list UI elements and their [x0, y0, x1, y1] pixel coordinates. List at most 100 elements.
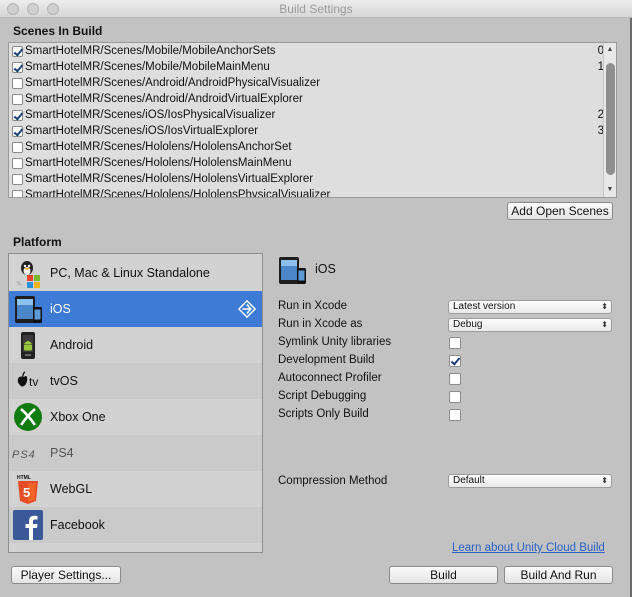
scene-row[interactable]: SmartHotelMR/Scenes/Hololens/HololensMai… [9, 156, 604, 172]
scene-path: SmartHotelMR/Scenes/Android/AndroidPhysi… [25, 77, 321, 89]
scene-path: SmartHotelMR/Scenes/Android/AndroidVirtu… [25, 93, 303, 105]
platform-item-ps4[interactable]: PS4 PS4 [9, 435, 262, 471]
scene-row[interactable]: SmartHotelMR/Scenes/Hololens/HololensAnc… [9, 140, 604, 156]
scene-include-checkbox[interactable] [12, 174, 23, 185]
ps4-icon: PS4 [12, 449, 36, 461]
svg-text:tv: tv [29, 375, 38, 389]
html5-icon: HTML 5 [17, 475, 38, 504]
build-button[interactable]: Build [389, 566, 498, 584]
platform-settings-panel: iOS Run in Xcode Latest version ⬍ Run in… [276, 252, 616, 552]
platform-label: WebGL [50, 482, 93, 496]
scripts-only-build-checkbox[interactable] [449, 409, 461, 421]
run-in-xcode-label: Run in Xcode [278, 300, 348, 312]
run-in-xcode-as-label: Run in Xcode as [278, 318, 363, 330]
ios-device-icon [15, 296, 42, 323]
apple-tv-icon: tv [17, 371, 38, 389]
scene-include-checkbox[interactable] [12, 94, 23, 105]
script-debugging-label: Script Debugging [278, 390, 367, 402]
platform-item-ios[interactable]: iOS [9, 291, 262, 327]
facebook-icon [13, 510, 43, 540]
scene-path: SmartHotelMR/Scenes/iOS/IosVirtualExplor… [25, 125, 259, 137]
scene-path: SmartHotelMR/Scenes/Mobile/MobileMainMen… [25, 61, 270, 73]
autoconnect-profiler-label: Autoconnect Profiler [278, 372, 382, 384]
development-build-checkbox[interactable] [449, 355, 461, 367]
autoconnect-profiler-checkbox[interactable] [449, 373, 461, 385]
window-title: Build Settings [279, 2, 353, 16]
scene-include-checkbox[interactable] [12, 62, 23, 73]
symlink-checkbox[interactable] [449, 337, 461, 349]
dropdown-arrows-icon: ⬍ [601, 320, 608, 329]
svg-text:HTML: HTML [17, 475, 31, 481]
svg-text:5: 5 [23, 485, 30, 500]
dropdown-arrows-icon: ⬍ [601, 302, 608, 311]
android-icon [21, 332, 35, 359]
platform-label: Facebook [50, 518, 105, 532]
scroll-thumb[interactable] [606, 63, 615, 175]
build-and-run-button[interactable]: Build And Run [504, 566, 613, 584]
scenes-in-build-label: Scenes In Build [13, 24, 103, 38]
unity-logo-icon [238, 300, 256, 318]
ios-device-icon [279, 257, 306, 284]
scene-row[interactable]: SmartHotelMR/Scenes/Android/AndroidPhysi… [9, 76, 604, 92]
platform-label: Xbox One [50, 410, 106, 424]
scene-row[interactable]: SmartHotelMR/Scenes/Hololens/HololensPhy… [9, 188, 604, 198]
scene-path: SmartHotelMR/Scenes/Hololens/HololensMai… [25, 157, 292, 169]
scene-include-checkbox[interactable] [12, 190, 23, 197]
title-bar[interactable]: Build Settings [0, 0, 632, 18]
compression-method-dropdown[interactable]: Default ⬍ [448, 474, 612, 488]
build-settings-window: Build Settings Scenes In Build SmartHote… [0, 0, 632, 597]
script-debugging-checkbox[interactable] [449, 391, 461, 403]
scroll-down-arrow-icon[interactable]: ▼ [604, 185, 616, 195]
symlink-label: Symlink Unity libraries [278, 336, 392, 348]
platform-label: Platform [13, 235, 62, 249]
scene-row[interactable]: SmartHotelMR/Scenes/Mobile/MobileAnchorS… [9, 44, 604, 60]
scenes-scrollbar[interactable]: ▲ ▼ [603, 43, 616, 197]
platform-label: Android [50, 338, 94, 352]
compression-method-label: Compression Method [278, 475, 388, 487]
scene-row[interactable]: SmartHotelMR/Scenes/iOS/IosVirtualExplor… [9, 124, 604, 140]
scene-path: SmartHotelMR/Scenes/Hololens/HololensVir… [25, 173, 314, 185]
scripts-only-build-label: Scripts Only Build [278, 408, 369, 420]
compression-method-value: Default [453, 475, 485, 486]
scene-path: SmartHotelMR/Scenes/Hololens/HololensPhy… [25, 189, 331, 198]
development-build-label: Development Build [278, 354, 375, 366]
scene-path: SmartHotelMR/Scenes/Mobile/MobileAnchorS… [25, 45, 276, 57]
platform-item-tvos[interactable]: tv tvOS [9, 363, 262, 399]
player-settings-button[interactable]: Player Settings... [11, 566, 121, 584]
xbox-icon [14, 403, 42, 431]
scene-row[interactable]: SmartHotelMR/Scenes/Android/AndroidVirtu… [9, 92, 604, 108]
selected-platform-title: iOS [315, 262, 336, 276]
run-in-xcode-value: Latest version [453, 301, 516, 312]
platform-label: PS4 [50, 446, 74, 460]
platform-list[interactable]: PC, Mac & Linux Standalone iOS Android t… [8, 253, 263, 553]
platform-item-standalone[interactable]: PC, Mac & Linux Standalone [9, 255, 262, 291]
scene-row[interactable]: SmartHotelMR/Scenes/iOS/IosPhysicalVisua… [9, 108, 604, 124]
scene-row[interactable]: SmartHotelMR/Scenes/Hololens/HololensVir… [9, 172, 604, 188]
scroll-up-arrow-icon[interactable]: ▲ [604, 45, 616, 55]
scene-row[interactable]: SmartHotelMR/Scenes/Mobile/MobileMainMen… [9, 60, 604, 76]
scene-include-checkbox[interactable] [12, 142, 23, 153]
platform-label: iOS [50, 302, 71, 316]
scene-path: SmartHotelMR/Scenes/iOS/IosPhysicalVisua… [25, 109, 276, 121]
dropdown-arrows-icon: ⬍ [601, 476, 608, 485]
platform-item-android[interactable]: Android [9, 327, 262, 363]
svg-text:PS4: PS4 [12, 449, 36, 461]
platform-label: tvOS [50, 374, 78, 388]
scene-include-checkbox[interactable] [12, 158, 23, 169]
platform-label: PC, Mac & Linux Standalone [50, 266, 210, 280]
pc-mac-linux-icon [16, 261, 40, 288]
scene-include-checkbox[interactable] [12, 110, 23, 121]
platform-item-facebook[interactable]: Facebook [9, 507, 262, 543]
add-open-scenes-button[interactable]: Add Open Scenes [507, 202, 613, 220]
scenes-list[interactable]: SmartHotelMR/Scenes/Mobile/MobileAnchorS… [8, 42, 617, 198]
unity-cloud-build-link[interactable]: Learn about Unity Cloud Build [452, 542, 605, 554]
platform-item-xbox-one[interactable]: Xbox One [9, 399, 262, 435]
scene-include-checkbox[interactable] [12, 46, 23, 57]
scene-include-checkbox[interactable] [12, 126, 23, 137]
scene-path: SmartHotelMR/Scenes/Hololens/HololensAnc… [25, 141, 292, 153]
run-in-xcode-as-dropdown[interactable]: Debug ⬍ [448, 318, 612, 332]
run-in-xcode-dropdown[interactable]: Latest version ⬍ [448, 300, 612, 314]
platform-item-webgl[interactable]: HTML 5 WebGL [9, 471, 262, 507]
scene-include-checkbox[interactable] [12, 78, 23, 89]
run-in-xcode-as-value: Debug [453, 319, 483, 330]
